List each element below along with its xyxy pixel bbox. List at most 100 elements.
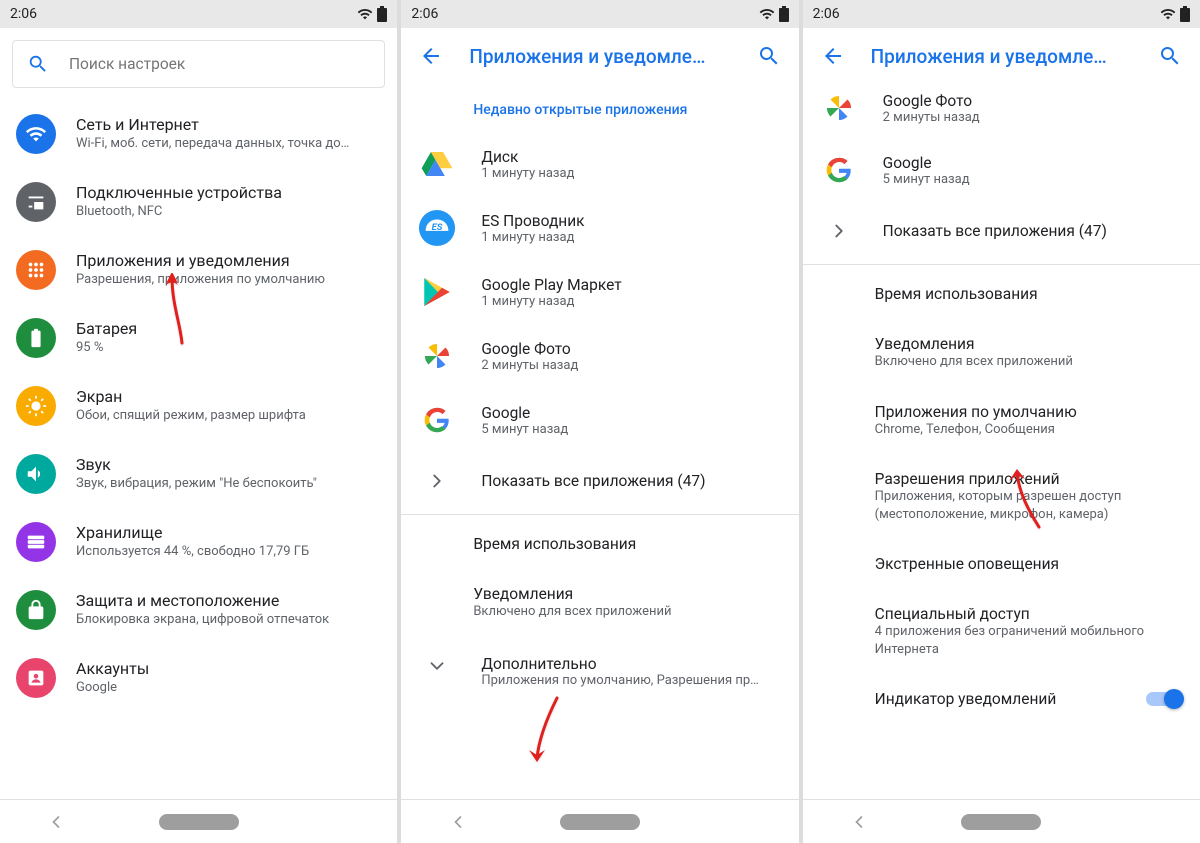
section-item[interactable]: Разрешения приложенийПриложения, которым… bbox=[803, 454, 1200, 539]
section-title: Разрешения приложений bbox=[875, 470, 1184, 488]
status-icons bbox=[1160, 6, 1190, 22]
app-sub: 5 минут назад bbox=[481, 422, 782, 437]
settings-item-wifi[interactable]: Сеть и Интернет Wi-Fi, моб. сети, переда… bbox=[0, 100, 397, 168]
app-title: Google Play Маркет bbox=[481, 276, 782, 294]
nav-bar bbox=[803, 799, 1200, 843]
section-item[interactable]: Приложения по умолчаниюChrome, Телефон, … bbox=[803, 387, 1200, 455]
section-item[interactable]: Время использования bbox=[401, 519, 798, 569]
settings-item-battery[interactable]: Батарея 95 % bbox=[0, 304, 397, 372]
app-icon-play bbox=[417, 272, 457, 312]
section-title: Уведомления bbox=[875, 335, 1184, 353]
app-row[interactable]: Google Фото 2 минуты назад bbox=[401, 324, 798, 388]
item-sub: 95 % bbox=[76, 340, 381, 357]
app-icon-google bbox=[819, 150, 859, 190]
toggle-switch[interactable] bbox=[1146, 692, 1182, 706]
switch-row[interactable]: Индикатор уведомлений bbox=[803, 674, 1200, 724]
app-sub: 5 минут назад bbox=[883, 172, 1184, 187]
settings-item-lock[interactable]: Защита и местоположение Блокировка экран… bbox=[0, 576, 397, 644]
section-sub: Включено для всех приложений bbox=[875, 353, 1184, 371]
settings-search[interactable]: Поиск настроек bbox=[12, 40, 385, 88]
item-title: Хранилище bbox=[76, 523, 381, 544]
phone-apps-expanded: 2:06 Приложения и уведомле… Google Фото … bbox=[803, 0, 1200, 843]
advanced-title: Дополнительно bbox=[481, 655, 782, 673]
item-sub: Обои, спящий режим, размер шрифта bbox=[76, 408, 381, 425]
apps-content: Google Фото 2 минуты назад Google 5 мину… bbox=[803, 84, 1200, 799]
svg-text:ES: ES bbox=[432, 222, 443, 233]
app-row[interactable]: Диск 1 минуту назад bbox=[401, 132, 798, 196]
app-title: Диск bbox=[481, 148, 782, 166]
item-title: Звук bbox=[76, 455, 381, 476]
item-title: Батарея bbox=[76, 319, 381, 340]
app-bar: Приложения и уведомле… bbox=[401, 28, 798, 84]
battery-icon bbox=[377, 6, 387, 22]
section-item[interactable]: Экстренные оповещения bbox=[803, 539, 1200, 589]
section-title: Экстренные оповещения bbox=[875, 555, 1184, 573]
apps-content: Недавно открытые приложения Диск 1 минут… bbox=[401, 84, 798, 799]
settings-item-sound[interactable]: Звук Звук, вибрация, режим "Не беспокоит… bbox=[0, 440, 397, 508]
arrow-back-icon bbox=[821, 44, 845, 68]
section-item[interactable]: УведомленияВключено для всех приложений bbox=[401, 569, 798, 637]
app-sub: 1 минуту назад bbox=[481, 230, 782, 245]
nav-bar bbox=[401, 799, 798, 843]
app-row[interactable]: Google 5 минут назад bbox=[803, 138, 1200, 202]
wifi-icon bbox=[357, 6, 373, 22]
app-row-cutoff[interactable]: Google Фото 2 минуты назад bbox=[803, 84, 1200, 138]
back-button[interactable] bbox=[411, 36, 451, 76]
settings-item-apps[interactable]: Приложения и уведомления Разрешения, при… bbox=[0, 236, 397, 304]
app-title: ES Проводник bbox=[481, 212, 782, 230]
app-bar: Приложения и уведомле… bbox=[803, 28, 1200, 84]
item-sub: Разрешения, приложения по умолчанию bbox=[76, 272, 381, 289]
settings-item-storage[interactable]: Хранилище Используется 44 %, свободно 17… bbox=[0, 508, 397, 576]
item-title: Подключенные устройства bbox=[76, 183, 381, 204]
app-row[interactable]: Google Play Маркет 1 минуту назад bbox=[401, 260, 798, 324]
appbar-search-button[interactable] bbox=[1150, 36, 1190, 76]
nav-home-pill[interactable] bbox=[159, 814, 239, 830]
status-time: 2:06 bbox=[411, 6, 438, 22]
chevron-right-icon bbox=[417, 470, 457, 492]
item-title: Аккаунты bbox=[76, 659, 381, 680]
item-sub: Wi-Fi, моб. сети, передача данных, точка… bbox=[76, 136, 381, 153]
nav-bar bbox=[0, 799, 397, 843]
item-sub: Звук, вибрация, режим "Не беспокоить" bbox=[76, 476, 381, 493]
status-bar: 2:06 bbox=[0, 0, 397, 28]
app-row[interactable]: ES ES Проводник 1 минуту назад bbox=[401, 196, 798, 260]
nav-home-pill[interactable] bbox=[961, 814, 1041, 830]
search-icon bbox=[757, 44, 781, 68]
app-sub: 2 минуты назад bbox=[481, 358, 782, 373]
status-time: 2:06 bbox=[10, 6, 37, 22]
nav-back-icon[interactable] bbox=[849, 812, 869, 832]
divider bbox=[803, 264, 1200, 265]
switch-label: Индикатор уведомлений bbox=[875, 690, 1057, 708]
item-title: Защита и местоположение bbox=[76, 591, 381, 612]
item-title: Экран bbox=[76, 387, 381, 408]
display-icon bbox=[16, 386, 56, 426]
section-item[interactable]: УведомленияВключено для всех приложений bbox=[803, 319, 1200, 387]
settings-item-devices[interactable]: Подключенные устройства Bluetooth, NFC bbox=[0, 168, 397, 236]
account-icon bbox=[16, 658, 56, 698]
show-all-label: Показать все приложения (47) bbox=[883, 222, 1107, 240]
show-all-apps-row[interactable]: Показать все приложения (47) bbox=[401, 452, 798, 510]
settings-item-display[interactable]: Экран Обои, спящий режим, размер шрифта bbox=[0, 372, 397, 440]
show-all-apps-row[interactable]: Показать все приложения (47) bbox=[803, 202, 1200, 260]
section-item[interactable]: Специальный доступ4 приложения без огран… bbox=[803, 589, 1200, 674]
app-sub: 2 минуты назад bbox=[883, 110, 1184, 125]
appbar-title: Приложения и уведомле… bbox=[451, 45, 748, 68]
app-title: Google bbox=[481, 404, 782, 422]
section-item[interactable]: Время использования bbox=[803, 269, 1200, 319]
item-title: Сеть и Интернет bbox=[76, 115, 381, 136]
back-button[interactable] bbox=[813, 36, 853, 76]
advanced-row[interactable]: Дополнительно Приложения по умолчанию, Р… bbox=[401, 637, 798, 706]
nav-back-icon[interactable] bbox=[46, 812, 66, 832]
appbar-title: Приложения и уведомле… bbox=[853, 45, 1150, 68]
section-sub: 4 приложения без ограничений мобильного … bbox=[875, 623, 1184, 658]
nav-home-pill[interactable] bbox=[560, 814, 640, 830]
app-title: Google bbox=[883, 154, 1184, 172]
status-bar: 2:06 bbox=[401, 0, 798, 28]
settings-item-account[interactable]: Аккаунты Google bbox=[0, 644, 397, 712]
nav-back-icon[interactable] bbox=[448, 812, 468, 832]
section-sub: Приложения, которым разрешен доступ (мес… bbox=[875, 488, 1184, 523]
app-row[interactable]: Google 5 минут назад bbox=[401, 388, 798, 452]
phone-apps-list: 2:06 Приложения и уведомле… Недавно откр… bbox=[401, 0, 798, 843]
appbar-search-button[interactable] bbox=[749, 36, 789, 76]
section-sub: Включено для всех приложений bbox=[473, 603, 782, 621]
